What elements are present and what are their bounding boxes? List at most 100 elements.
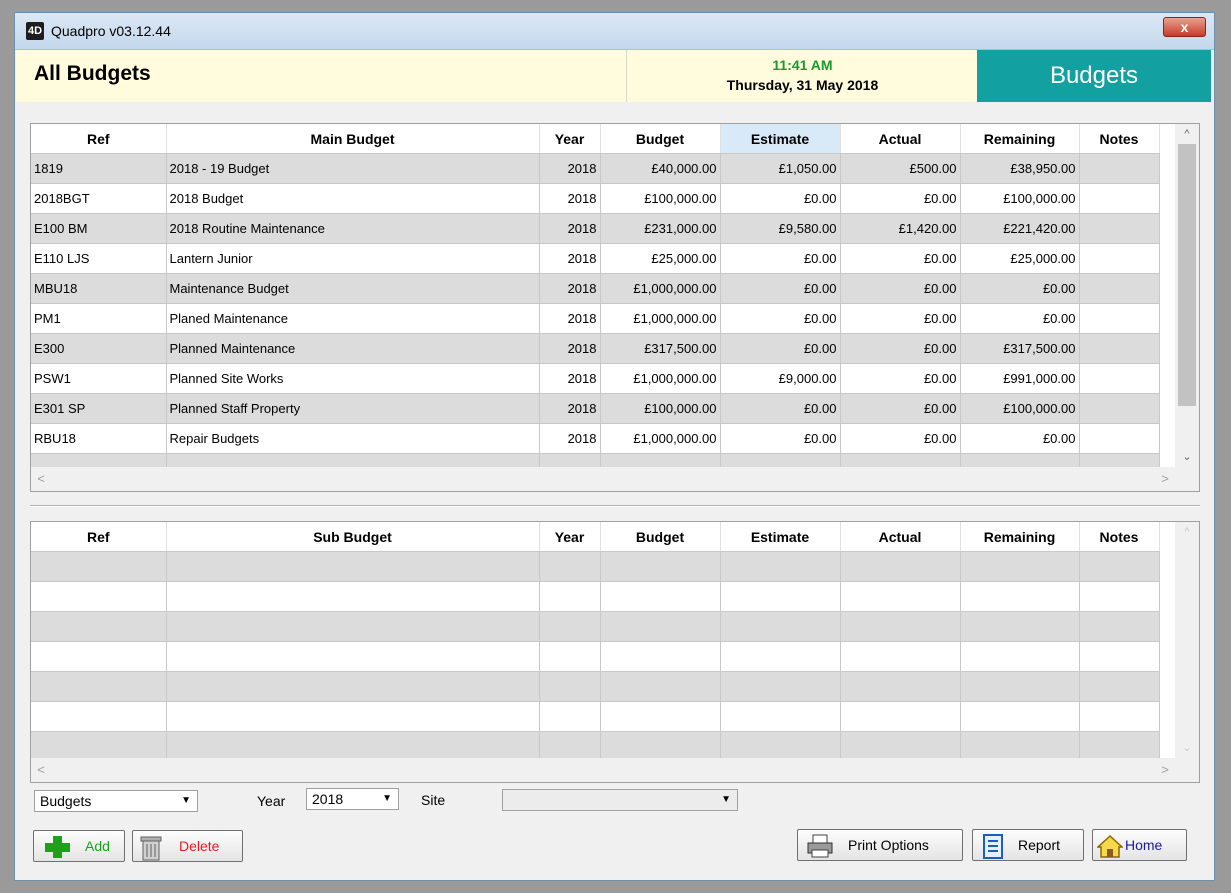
col-header-remaining[interactable]: Remaining [960, 124, 1080, 154]
col-header-notes[interactable]: Notes [1079, 124, 1160, 154]
col-header-main-budget[interactable]: Main Budget [166, 124, 540, 154]
col-header-ref[interactable]: Ref [31, 522, 167, 552]
cell-year [539, 611, 601, 642]
app-icon: 4D [26, 22, 44, 40]
table-row[interactable]: 1819 2018 - 19 Budget 2018 £40,000.00 £1,050… [31, 153, 1160, 184]
scroll-left-arrow-icon[interactable]: < [31, 758, 51, 782]
year-select[interactable]: 2018 ▼ [306, 788, 399, 810]
table-row[interactable]: E100 BM 2018 Routine Maintenance 2018 £231,… [31, 213, 1160, 244]
scroll-down-arrow-icon[interactable]: ⌄ [1175, 447, 1199, 467]
cell-budget: £1,000,000.00 [600, 273, 721, 304]
cell-year: 2018 [539, 333, 601, 364]
page-title: All Budgets [34, 62, 151, 85]
delete-button-label: Delete [179, 838, 220, 854]
table-row[interactable]: MBU18 Maintenance Budget 2018 £1,000,000.00… [31, 273, 1160, 304]
col-header-year[interactable]: Year [539, 124, 601, 154]
report-button[interactable]: Report [972, 829, 1084, 861]
table-row[interactable]: RBU18 Repair Budgets 2018 £1,000,000.00 £0.0… [31, 423, 1160, 454]
print-options-button[interactable]: Print Options [797, 829, 963, 861]
plus-icon [45, 836, 70, 858]
col-header-budget[interactable]: Budget [600, 124, 721, 154]
sub-grid-horizontal-scrollbar[interactable]: < > [31, 758, 1175, 782]
cell-remaining [960, 731, 1080, 762]
cell-notes [1079, 273, 1160, 304]
report-button-label: Report [1018, 837, 1061, 853]
table-row[interactable] [31, 701, 1160, 732]
add-button-label: Add [85, 838, 110, 854]
cell-estimate: £9,580.00 [720, 213, 841, 244]
table-row[interactable] [31, 641, 1160, 672]
scroll-down-arrow-icon[interactable]: ⌄ [1175, 738, 1199, 758]
cell-budget [600, 701, 721, 732]
cell-budget: £317,500.00 [600, 333, 721, 364]
col-header-estimate[interactable]: Estimate [720, 522, 841, 552]
cell-budget [600, 641, 721, 672]
main-grid-vertical-scrollbar[interactable]: ^ ⌄ [1175, 124, 1199, 467]
cell-actual: £0.00 [840, 303, 961, 334]
col-header-sub-budget[interactable]: Sub Budget [166, 522, 540, 552]
cell-actual [840, 671, 961, 702]
col-header-notes[interactable]: Notes [1079, 522, 1160, 552]
col-header-estimate[interactable]: Estimate [720, 124, 841, 154]
cell-estimate: £0.00 [720, 183, 841, 214]
cell-ref [31, 671, 167, 702]
sub-budget-grid[interactable]: Ref Sub Budget Year Budget Estimate Actu… [30, 521, 1200, 783]
cell-ref [31, 611, 167, 642]
cell-year: 2018 [539, 393, 601, 424]
cell-ref [31, 731, 167, 762]
cell-notes [1079, 423, 1160, 454]
cell-remaining [960, 581, 1080, 612]
main-grid-horizontal-scrollbar[interactable]: < > [31, 467, 1175, 491]
cell-remaining: £0.00 [960, 273, 1080, 304]
table-row[interactable]: E300 Planned Maintenance 2018 £317,500.00 £0… [31, 333, 1160, 364]
table-row[interactable] [31, 731, 1160, 762]
site-label: Site [421, 792, 446, 808]
cell-notes [1079, 551, 1160, 582]
print-options-label: Print Options [848, 837, 929, 853]
table-row[interactable] [31, 671, 1160, 702]
col-header-budget[interactable]: Budget [600, 522, 721, 552]
cell-budget [600, 581, 721, 612]
scrollbar-thumb[interactable] [1178, 144, 1196, 406]
table-row[interactable]: E301 SP Planned Staff Property 2018 £100,00… [31, 393, 1160, 424]
record-type-select[interactable]: Budgets ▼ [34, 790, 198, 812]
grid-divider [30, 505, 1200, 507]
site-select[interactable]: ▼ [502, 789, 738, 811]
add-button[interactable]: Add [33, 830, 125, 862]
table-row[interactable] [31, 551, 1160, 582]
table-row[interactable]: E110 LJS Lantern Junior 2018 £25,000.00 £0.0… [31, 243, 1160, 274]
table-row[interactable]: PM1 Planed Maintenance 2018 £1,000,000.00 £0… [31, 303, 1160, 334]
cell-actual: £0.00 [840, 273, 961, 304]
table-row[interactable]: 2018BGT 2018 Budget 2018 £100,000.00 £0.00 £0… [31, 183, 1160, 214]
scroll-left-arrow-icon[interactable]: < [31, 467, 51, 491]
scroll-up-arrow-icon[interactable]: ^ [1175, 124, 1199, 144]
cell-budget: £1,000,000.00 [600, 423, 721, 454]
cell-estimate: £0.00 [720, 333, 841, 364]
table-row[interactable]: PSW1 Planned Site Works 2018 £1,000,000.00 £… [31, 363, 1160, 394]
col-header-remaining[interactable]: Remaining [960, 522, 1080, 552]
col-header-actual[interactable]: Actual [840, 124, 961, 154]
clock-time: 11:41 AM [772, 57, 833, 73]
cell-name: Maintenance Budget [166, 273, 540, 304]
title-bar[interactable]: 4D Quadpro v03.12.44 x [15, 13, 1214, 50]
home-button[interactable]: Home [1092, 829, 1187, 861]
cell-notes [1079, 243, 1160, 274]
table-row[interactable] [31, 611, 1160, 642]
delete-button[interactable]: Delete [132, 830, 243, 862]
cell-remaining: £0.00 [960, 423, 1080, 454]
col-header-actual[interactable]: Actual [840, 522, 961, 552]
main-budget-grid[interactable]: Ref Main Budget Year Budget Estimate Act… [30, 123, 1200, 492]
cell-notes [1079, 671, 1160, 702]
scroll-right-arrow-icon[interactable]: > [1155, 467, 1175, 491]
col-header-ref[interactable]: Ref [31, 124, 167, 154]
cell-remaining: £0.00 [960, 303, 1080, 334]
cell-name [166, 731, 540, 762]
cell-ref: E301 SP [31, 393, 167, 424]
cell-remaining: £100,000.00 [960, 393, 1080, 424]
scroll-up-arrow-icon[interactable]: ^ [1175, 522, 1199, 542]
col-header-year[interactable]: Year [539, 522, 601, 552]
scroll-right-arrow-icon[interactable]: > [1155, 758, 1175, 782]
table-row[interactable] [31, 581, 1160, 612]
close-button[interactable]: x [1163, 17, 1206, 37]
sub-grid-vertical-scrollbar[interactable]: ^ ⌄ [1175, 522, 1199, 758]
